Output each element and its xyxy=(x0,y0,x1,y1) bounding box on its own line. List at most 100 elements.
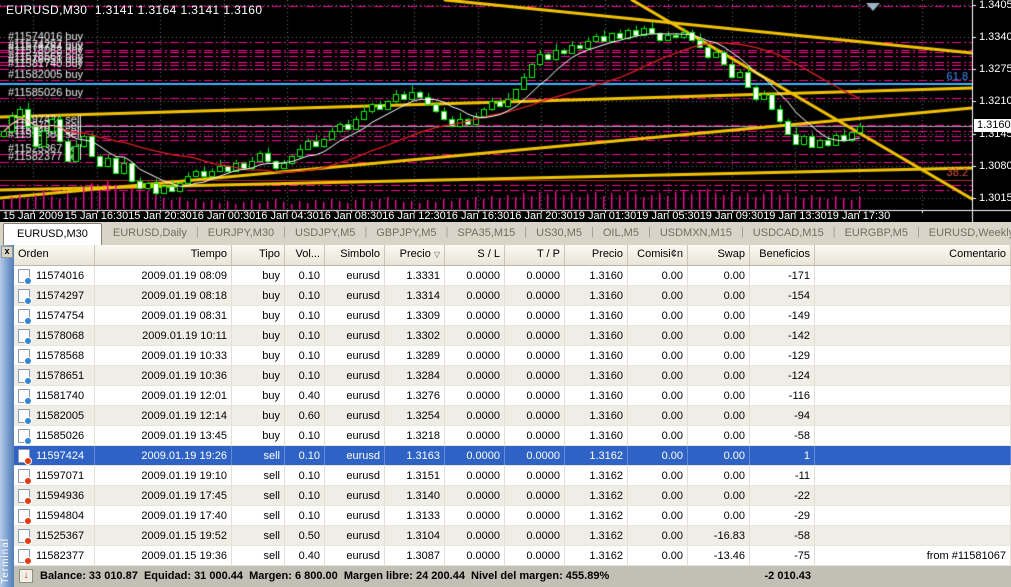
tab-usdjpy-m5[interactable]: USDJPY,M5 xyxy=(286,222,364,245)
tab-eurgbp-m5[interactable]: EURGBP,M5 xyxy=(836,222,917,245)
tab-eurusd-weekly[interactable]: EURUSD,Weekly xyxy=(920,222,1011,245)
column-header-beneficios[interactable]: Beneficios xyxy=(750,245,815,265)
column-header-tipo[interactable]: Tipo xyxy=(232,245,285,265)
cell-precio: 1.3160 xyxy=(565,346,628,365)
cell-precio: 1.3218 xyxy=(385,426,445,445)
cell-beneficios: 1 xyxy=(750,446,815,465)
table-row-order-11597424[interactable]: 115974242009.01.19 19:26sell0.10eurusd1.… xyxy=(14,446,1011,466)
cell-comentario xyxy=(815,266,1011,285)
cell-simbolo: eurusd xyxy=(325,326,385,345)
column-header-comentario[interactable]: Comentario xyxy=(815,245,1011,265)
column-header-precio[interactable]: Precio▽ xyxy=(385,245,445,265)
tab-eurjpy-m30[interactable]: EURJPY,M30 xyxy=(199,222,283,245)
table-row-order-11581740[interactable]: 115817402009.01.19 12:01buy0.40eurusd1.3… xyxy=(14,386,1011,406)
price-axis-label: 1.3080 xyxy=(979,160,1011,172)
table-row-order-11582377[interactable]: 115823772009.01.15 19:36sell0.40eurusd1.… xyxy=(14,546,1011,566)
cell-vol-: 0.10 xyxy=(285,446,325,465)
tab-usdmxn-m15[interactable]: USDMXN,M15 xyxy=(651,222,741,245)
sort-desc-icon: ▽ xyxy=(434,250,440,259)
cell-t-p: 0.0000 xyxy=(505,426,565,445)
cell-precio: 1.3160 xyxy=(565,306,628,325)
cell-comentario xyxy=(815,366,1011,385)
cell-orden: 11585026 xyxy=(14,426,95,445)
close-icon[interactable]: x xyxy=(1,246,13,258)
time-axis-label: 16 Jan 00:30 xyxy=(192,210,256,222)
cell-tiempo: 2009.01.19 10:36 xyxy=(95,366,232,385)
cell-tiempo: 2009.01.19 10:11 xyxy=(95,326,232,345)
terminal-side-strip: Terminal xyxy=(0,245,14,587)
table-row-order-11525367[interactable]: 115253672009.01.15 19:52sell0.50eurusd1.… xyxy=(14,526,1011,546)
cell-tiempo: 2009.01.19 08:09 xyxy=(95,266,232,285)
order-buy-icon xyxy=(18,309,30,323)
cell-precio: 1.3162 xyxy=(565,526,628,545)
price-chart-canvas[interactable] xyxy=(0,0,1011,222)
cell-comisi-n: 0.00 xyxy=(628,266,688,285)
tab-gbpjpy-m5[interactable]: GBPJPY,M5 xyxy=(367,222,445,245)
cell-t-p: 0.0000 xyxy=(505,486,565,505)
price-axis-label: 1.3210 xyxy=(979,95,1011,107)
cell-tipo: buy xyxy=(232,406,285,425)
cell-precio: 1.3133 xyxy=(385,506,445,525)
cell-t-p: 0.0000 xyxy=(505,286,565,305)
cell-beneficios: -171 xyxy=(750,266,815,285)
cell-orden: 11582005 xyxy=(14,406,95,425)
cell-comentario xyxy=(815,406,1011,425)
cell-vol-: 0.10 xyxy=(285,366,325,385)
balance-summary: Balance: 33 010.87 Equidad: 31 000.44 Ma… xyxy=(40,566,609,587)
table-row-order-11578568[interactable]: 115785682009.01.19 10:33buy0.10eurusd1.3… xyxy=(14,346,1011,366)
column-header-orden[interactable]: Orden xyxy=(14,245,95,265)
tab-eurusd-daily[interactable]: EURUSD,Daily xyxy=(104,222,196,245)
cell-vol-: 0.10 xyxy=(285,426,325,445)
table-row-order-11578068[interactable]: 115780682009.01.19 10:11buy0.10eurusd1.3… xyxy=(14,326,1011,346)
cell-comisi-n: 0.00 xyxy=(628,466,688,485)
current-price-badge: 1.3160 xyxy=(974,119,1011,132)
column-header-swap[interactable]: Swap xyxy=(688,245,750,265)
column-header-simbolo[interactable]: Simbolo xyxy=(325,245,385,265)
table-row-order-11582005[interactable]: 115820052009.01.19 12:14buy0.60eurusd1.3… xyxy=(14,406,1011,426)
tab-usdcad-m15[interactable]: USDCAD,M15 xyxy=(744,222,833,245)
cell-t-p: 0.0000 xyxy=(505,266,565,285)
cell-t-p: 0.0000 xyxy=(505,466,565,485)
cell-comisi-n: 0.00 xyxy=(628,386,688,405)
tab-spa35-m15[interactable]: SPA35,M15 xyxy=(448,222,524,245)
cell-precio: 1.3087 xyxy=(385,546,445,565)
cell-precio: 1.3160 xyxy=(565,386,628,405)
table-row-order-11585026[interactable]: 115850262009.01.19 13:45buy0.10eurusd1.3… xyxy=(14,426,1011,446)
table-row-order-11594936[interactable]: 115949362009.01.19 17:45sell0.10eurusd1.… xyxy=(14,486,1011,506)
cell-vol-: 0.10 xyxy=(285,346,325,365)
cell-s-l: 0.0000 xyxy=(445,526,505,545)
cell-vol-: 0.60 xyxy=(285,406,325,425)
order-buy-icon xyxy=(18,389,30,403)
time-axis-label: 16 Jan 08:30 xyxy=(319,210,383,222)
tab-eurusd-m30[interactable]: EURUSD,M30 xyxy=(3,223,102,245)
cell-t-p: 0.0000 xyxy=(505,546,565,565)
table-row-order-11574754[interactable]: 115747542009.01.19 08:31buy0.10eurusd1.3… xyxy=(14,306,1011,326)
tab-oil-m5[interactable]: OIL,M5 xyxy=(594,222,648,245)
cell-s-l: 0.0000 xyxy=(445,286,505,305)
tab-us30-m5[interactable]: US30,M5 xyxy=(527,222,591,245)
column-header-comisi-n[interactable]: Comisi¢n xyxy=(628,245,688,265)
time-axis-label: 16 Jan 16:30 xyxy=(446,210,510,222)
table-row-order-11578651[interactable]: 115786512009.01.19 10:36buy0.10eurusd1.3… xyxy=(14,366,1011,386)
table-row-order-11574297[interactable]: 115742972009.01.19 08:18buy0.10eurusd1.3… xyxy=(14,286,1011,306)
table-row-order-11574016[interactable]: 115740162009.01.19 08:09buy0.10eurusd1.3… xyxy=(14,266,1011,286)
column-header-t-p[interactable]: T / P xyxy=(505,245,565,265)
time-axis-label: 19 Jan 13:30 xyxy=(763,210,827,222)
price-axis-label: 1.3015 xyxy=(979,192,1011,204)
cell-orden: 11597071 xyxy=(14,466,95,485)
order-buy-icon xyxy=(18,369,30,383)
column-header-s-l[interactable]: S / L xyxy=(445,245,505,265)
cell-precio: 1.3160 xyxy=(565,366,628,385)
cell-simbolo: eurusd xyxy=(325,526,385,545)
cell-comisi-n: 0.00 xyxy=(628,406,688,425)
cell-swap: 0.00 xyxy=(688,446,750,465)
cell-comentario: from #11581067 xyxy=(815,546,1011,565)
cell-tiempo: 2009.01.19 17:45 xyxy=(95,486,232,505)
column-header-vol-[interactable]: Vol... xyxy=(285,245,325,265)
column-header-tiempo[interactable]: Tiempo xyxy=(95,245,232,265)
table-row-order-11597071[interactable]: 115970712009.01.19 19:10sell0.10eurusd1.… xyxy=(14,466,1011,486)
cell-simbolo: eurusd xyxy=(325,486,385,505)
cell-comisi-n: 0.00 xyxy=(628,366,688,385)
column-header-precio[interactable]: Precio xyxy=(565,245,628,265)
table-row-order-11594804[interactable]: 115948042009.01.19 17:40sell0.10eurusd1.… xyxy=(14,506,1011,526)
